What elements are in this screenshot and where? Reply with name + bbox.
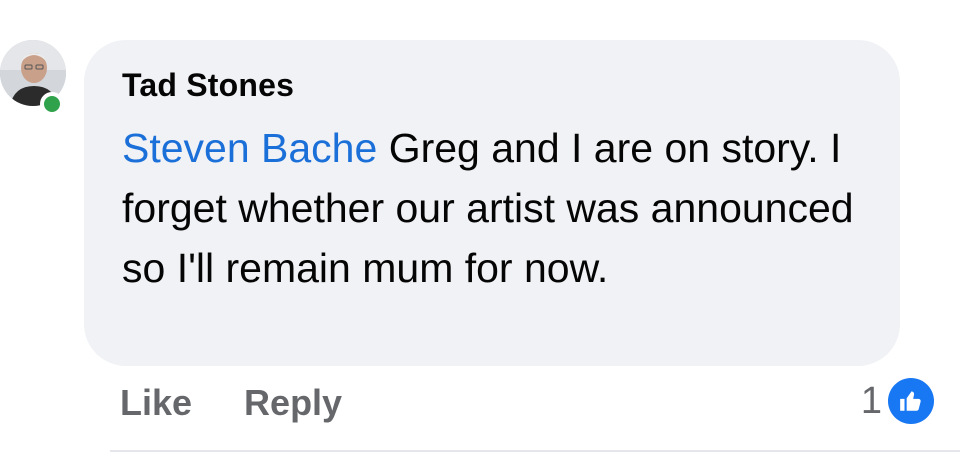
comment-body: Steven Bache Greg and I are on story. I …: [122, 118, 870, 298]
comment-bubble: Tad Stones Steven Bache Greg and I are o…: [84, 40, 900, 366]
reaction-summary[interactable]: 1: [861, 376, 934, 426]
comment-actions: Like Reply: [120, 378, 342, 428]
reaction-count: 1: [860, 379, 882, 422]
thumbs-up-icon: [888, 378, 934, 424]
like-button[interactable]: Like: [120, 382, 192, 424]
avatar-container[interactable]: [0, 40, 68, 116]
divider: [110, 450, 960, 452]
mention-link[interactable]: Steven Bache: [122, 125, 377, 171]
reply-button[interactable]: Reply: [244, 382, 342, 424]
comment-author[interactable]: Tad Stones: [122, 66, 864, 104]
online-status-indicator: [40, 92, 64, 116]
comment: Tad Stones Steven Bache Greg and I are o…: [0, 0, 966, 458]
